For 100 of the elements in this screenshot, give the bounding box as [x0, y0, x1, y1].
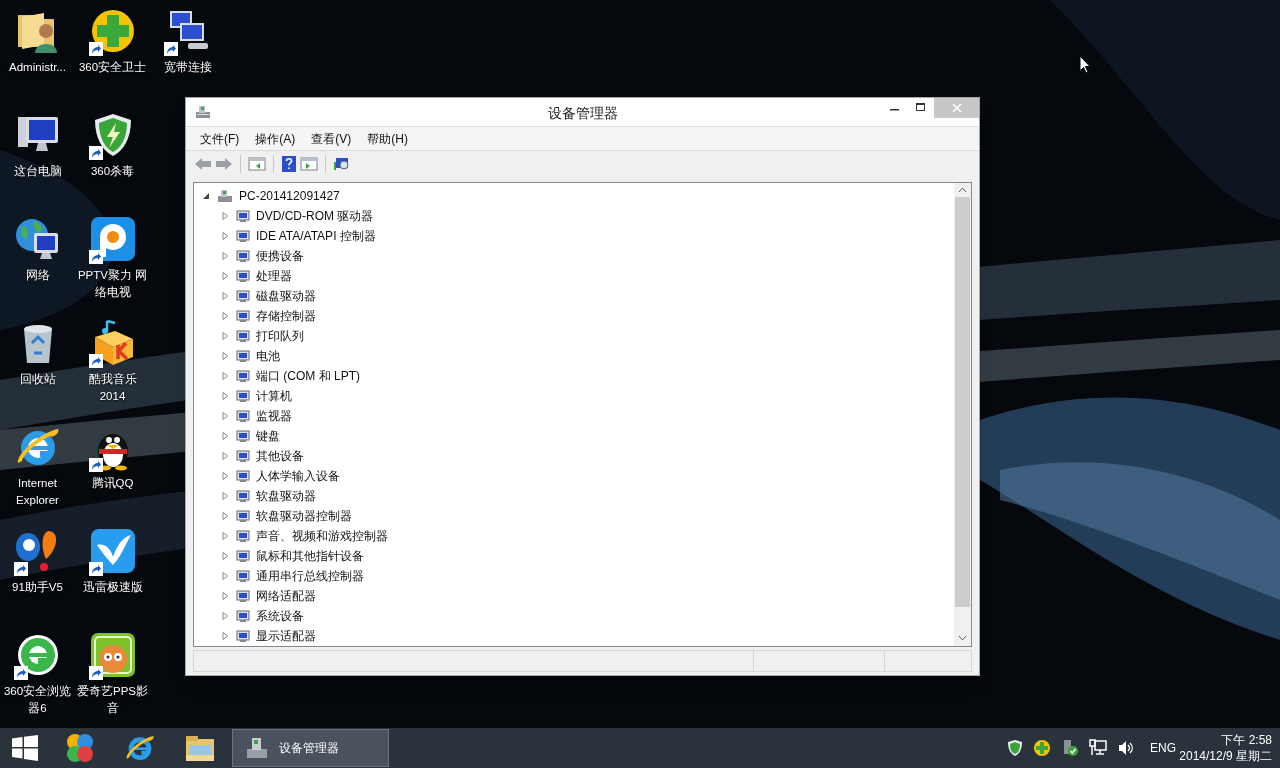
device-icon: [235, 628, 251, 644]
mouse-pointer-icon: [1079, 55, 1091, 74]
device-icon: [235, 528, 251, 544]
tree-item-label[interactable]: 软盘驱动器: [256, 487, 316, 505]
expand-triangle-icon[interactable]: [221, 212, 229, 220]
device-manager-icon: [245, 735, 269, 761]
menu-item[interactable]: 查看(V): [305, 129, 358, 148]
expand-triangle-icon[interactable]: [221, 612, 229, 620]
tree-item-label[interactable]: 人体学输入设备: [256, 467, 340, 485]
expand-triangle-icon[interactable]: [221, 332, 229, 340]
scroll-down-icon[interactable]: [958, 635, 967, 641]
device-icon: [235, 568, 251, 584]
expand-triangle-icon[interactable]: [221, 272, 229, 280]
icon-label[interactable]: 迅雷极速版: [76, 579, 149, 596]
menu-item[interactable]: 操作(A): [249, 129, 302, 148]
expand-triangle-icon[interactable]: [221, 372, 229, 380]
expand-triangle-icon[interactable]: [221, 552, 229, 560]
expand-triangle-icon[interactable]: [221, 252, 229, 260]
tree-item-label[interactable]: PC-201412091427: [239, 187, 340, 205]
scan-hardware-icon[interactable]: [333, 155, 351, 172]
icon-label[interactable]: 宽带连接: [151, 59, 224, 76]
expand-triangle-icon[interactable]: [221, 632, 229, 640]
icon-label[interactable]: 回收站: [1, 371, 74, 388]
icon-label[interactable]: 酷我音乐2014: [76, 371, 149, 405]
tree-item-label[interactable]: 软盘驱动器控制器: [256, 507, 352, 525]
expand-triangle-icon[interactable]: [221, 592, 229, 600]
close-icon: [951, 103, 962, 113]
device-icon: [235, 508, 251, 524]
tree-item-label[interactable]: 键盘: [256, 427, 280, 445]
maximize-icon: [916, 103, 926, 113]
expand-triangle-icon[interactable]: [221, 312, 229, 320]
icon-label[interactable]: 360安全浏览器6: [1, 683, 74, 717]
tree-item-label[interactable]: 其他设备: [256, 447, 304, 465]
action-pane-icon[interactable]: [300, 155, 318, 172]
icon-label[interactable]: 360安全卫士: [76, 59, 149, 76]
speaker-icon[interactable]: [1117, 739, 1135, 757]
expand-triangle-icon[interactable]: [221, 412, 229, 420]
tree-item-label[interactable]: 系统设备: [256, 607, 304, 625]
tree-item-label[interactable]: 声音、视频和游戏控制器: [256, 527, 388, 545]
device-icon: [235, 468, 251, 484]
scroll-up-icon[interactable]: [958, 187, 967, 193]
tree-item-label[interactable]: 电池: [256, 347, 280, 365]
scrollbar[interactable]: [954, 183, 971, 646]
icon-label[interactable]: Internet Explorer: [1, 475, 74, 509]
tree-item-label[interactable]: 通用串行总线控制器: [256, 567, 364, 585]
device-icon: [235, 428, 251, 444]
menu-item[interactable]: 文件(F): [194, 129, 246, 148]
clock-time[interactable]: 下午 2:58: [1221, 732, 1272, 748]
tree-item-label[interactable]: 鼠标和其他指针设备: [256, 547, 364, 565]
expand-triangle-icon[interactable]: [221, 452, 229, 460]
tree-item-label[interactable]: DVD/CD-ROM 驱动器: [256, 207, 374, 225]
icon-label[interactable]: 360杀毒: [76, 163, 149, 180]
expand-triangle-icon[interactable]: [221, 572, 229, 580]
folder-icon: [184, 733, 216, 763]
expand-triangle-icon[interactable]: [221, 232, 229, 240]
icon-label[interactable]: 这台电脑: [1, 163, 74, 180]
expand-triangle-icon[interactable]: [221, 532, 229, 540]
clock-date[interactable]: 2014/12/9 星期二: [1179, 748, 1272, 764]
tree-item-label[interactable]: 便携设备: [256, 247, 304, 265]
device-icon: [235, 488, 251, 504]
device-icon: [235, 208, 251, 224]
expand-triangle-icon[interactable]: [221, 512, 229, 520]
tree-item-label[interactable]: IDE ATA/ATAPI 控制器: [256, 227, 376, 245]
help-icon[interactable]: [281, 155, 297, 172]
expand-triangle-icon[interactable]: [221, 392, 229, 400]
collapse-triangle-icon[interactable]: [202, 192, 210, 200]
device-icon: [235, 368, 251, 384]
device-icon: [235, 228, 251, 244]
tree-item-label[interactable]: 端口 (COM 和 LPT): [256, 367, 360, 385]
tree-item-label[interactable]: 计算机: [256, 387, 292, 405]
console-tree-icon[interactable]: [248, 155, 266, 172]
icon-label[interactable]: 腾讯QQ: [76, 475, 149, 492]
tree-item-label[interactable]: 存储控制器: [256, 307, 316, 325]
windows-logo-icon: [12, 735, 38, 761]
expand-triangle-icon[interactable]: [221, 472, 229, 480]
tree-item-label[interactable]: 处理器: [256, 267, 292, 285]
plus-ball-icon[interactable]: [1033, 739, 1051, 757]
menu-item[interactable]: 帮助(H): [361, 129, 414, 148]
expand-triangle-icon[interactable]: [221, 352, 229, 360]
input-language[interactable]: ENG: [1150, 739, 1176, 757]
tree-item-label[interactable]: 监视器: [256, 407, 292, 425]
scrollbar-thumb[interactable]: [955, 197, 970, 607]
icon-label[interactable]: 91助手V5: [1, 579, 74, 596]
icon-label[interactable]: 爱奇艺PPS影音: [76, 683, 149, 717]
tree-item-label[interactable]: 打印队列: [256, 327, 304, 345]
icon-label[interactable]: Administr...: [1, 59, 74, 76]
taskbar-task-button[interactable]: 设备管理器: [232, 729, 389, 767]
shield-icon[interactable]: [1007, 739, 1023, 757]
expand-triangle-icon[interactable]: [221, 292, 229, 300]
tree-item-label[interactable]: 显示适配器: [256, 627, 316, 645]
tree-item-label[interactable]: 网络适配器: [256, 587, 316, 605]
network-icon[interactable]: [1089, 739, 1107, 757]
device-icon: [235, 328, 251, 344]
device-icon: [235, 308, 251, 324]
expand-triangle-icon[interactable]: [221, 432, 229, 440]
expand-triangle-icon[interactable]: [221, 492, 229, 500]
tree-item-label[interactable]: 磁盘驱动器: [256, 287, 316, 305]
icon-label[interactable]: PPTV聚力 网络电视: [76, 267, 149, 301]
icon-label[interactable]: 网络: [1, 267, 74, 284]
usb-device-check-icon[interactable]: [1061, 739, 1079, 757]
